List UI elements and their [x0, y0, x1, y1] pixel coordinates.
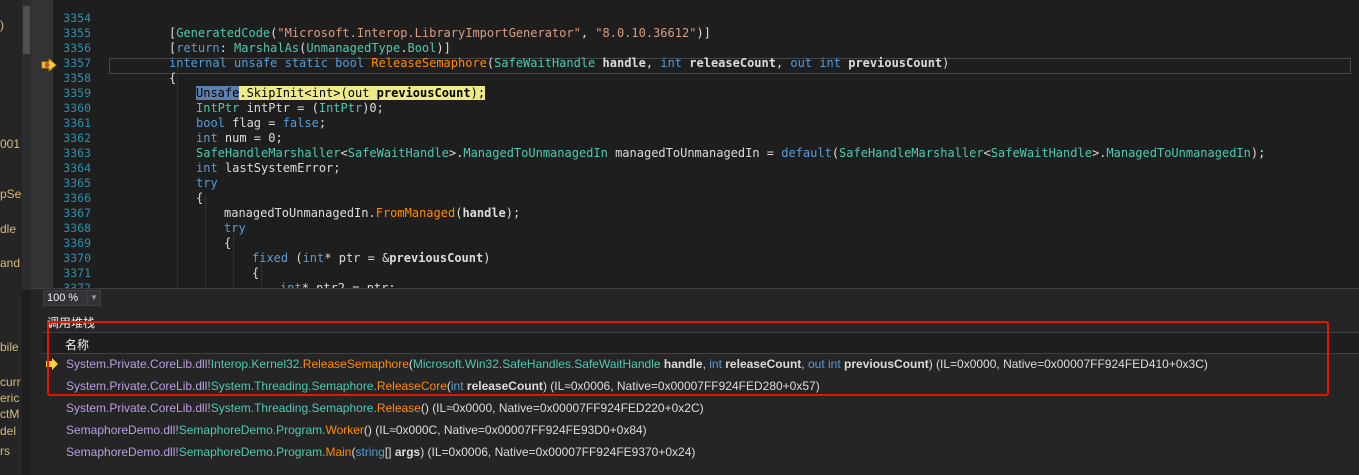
code-text: [GeneratedCode("Microsoft.Interop.Librar… [169, 26, 711, 40]
column-header-label: 名称 [65, 338, 90, 352]
code-line: 3360 bool flag = false; [31, 86, 326, 130]
code-text: { [169, 71, 177, 85]
code-line: 3365 { [31, 161, 203, 205]
code-text: SafeHandleMarshaller<SafeWaitHandle>.Man… [196, 146, 1266, 160]
code-editor[interactable]: 3354 [GeneratedCode("Microsoft.Interop.L… [31, 0, 1359, 288]
code-line: 3366 managedToUnmanagedIn.FromManaged(ha… [31, 176, 520, 220]
code-text: { [252, 266, 260, 280]
code-text: internal unsafe static bool ReleaseSemap… [169, 56, 950, 70]
code-line: 3354 [GeneratedCode("Microsoft.Interop.L… [31, 0, 711, 40]
code-text: IntPtr intPtr = (IntPtr)0; [196, 101, 384, 115]
code-text: try [224, 221, 246, 235]
editor-status-bar: 100 % ▼ [31, 288, 1359, 306]
call-stack-frame[interactable]: System.Private.CoreLib.dll!Interop.Kerne… [43, 353, 1359, 375]
code-text: int lastSystemError; [196, 161, 341, 175]
frame-text: System.Private.CoreLib.dll!Interop.Kerne… [66, 357, 1208, 371]
code-line: 3357 { [31, 41, 176, 85]
left-panel-sliver: ) 001 pSe dle and bile curr eric ctM del… [0, 0, 22, 475]
line-number: 3372 [63, 281, 91, 288]
code-line: 3355 [return: MarshalAs(UnmanagedType.Bo… [31, 11, 451, 55]
zoom-dropdown-icon[interactable]: ▼ [87, 291, 100, 305]
code-line: 3370 { [31, 236, 259, 280]
left-fragment: 001 [0, 137, 21, 151]
call-stack-frame[interactable]: System.Private.CoreLib.dll!System.Thread… [43, 375, 1359, 397]
panel-title: 调用堆栈 [47, 316, 96, 330]
code-text: [return: MarshalAs(UnmanagedType.Bool)] [169, 41, 451, 55]
code-text: Unsafe.SkipInit<int>(out previousCount); [196, 86, 486, 100]
code-line: 3361 int num = 0; [31, 101, 282, 145]
code-text: try [196, 176, 218, 190]
call-stack-frame[interactable]: SemaphoreDemo.dll!SemaphoreDemo.Program.… [43, 441, 1359, 463]
code-text: managedToUnmanagedIn.FromManaged(handle)… [224, 206, 521, 220]
column-header-name[interactable]: 名称 [43, 332, 1359, 354]
left-fragment: dle [0, 222, 17, 236]
scrollbar-thumb[interactable] [23, 6, 30, 54]
code-text: bool flag = false; [196, 116, 327, 130]
left-fragment: del [0, 424, 17, 438]
left-panel-scrollbar[interactable] [22, 0, 31, 290]
code-line: 3371 int* ptr2 = ptr; [31, 251, 395, 288]
code-line: 3362 SafeHandleMarshaller<SafeWaitHandle… [31, 116, 1265, 160]
code-line: 3368 { [31, 206, 231, 250]
code-line: 3359 IntPtr intPtr = (IntPtr)0; [31, 71, 384, 115]
current-frame-arrow-icon [46, 358, 58, 370]
left-fragment: eric [0, 391, 20, 405]
code-text: int* ptr2 = ptr; [280, 281, 396, 288]
left-fragment: ) [0, 18, 4, 32]
code-text: fixed (int* ptr = &previousCount) [252, 251, 491, 265]
call-stack-panel: 调用堆栈 名称 System.Private.CoreLib.dll!Inter… [31, 306, 1359, 475]
zoom-combobox[interactable]: 100 % ▼ [43, 290, 101, 306]
left-fragment: pSe [0, 187, 22, 201]
frame-text: System.Private.CoreLib.dll!System.Thread… [66, 401, 704, 415]
left-fragment: rs [0, 444, 10, 458]
code-line: 3356 internal unsafe static bool Release… [31, 26, 949, 70]
left-fragment: bile [0, 340, 19, 354]
frame-text: SemaphoreDemo.dll!SemaphoreDemo.Program.… [66, 445, 696, 459]
code-line-current: 3358 Unsafe.SkipInit<int>(out previousCo… [31, 56, 486, 100]
zoom-value: 100 % [47, 292, 79, 304]
code-text: { [196, 191, 204, 205]
frame-text: SemaphoreDemo.dll!SemaphoreDemo.Program.… [66, 423, 647, 437]
call-stack-frame[interactable]: SemaphoreDemo.dll!SemaphoreDemo.Program.… [43, 419, 1359, 441]
code-line: 3369 fixed (int* ptr = &previousCount) [31, 221, 490, 265]
call-stack-frame[interactable]: System.Private.CoreLib.dll!System.Thread… [43, 397, 1359, 419]
left-fragment: ctM [0, 407, 20, 421]
indent-guide [177, 60, 178, 288]
code-line: 3367 try [31, 191, 245, 235]
code-line: 3372 intPtr = managedToUnmanagedIn.ToUnm… [31, 266, 91, 288]
indent-guide [205, 195, 206, 288]
code-text: { [224, 236, 232, 250]
code-text: int num = 0; [196, 131, 283, 145]
frame-text: System.Private.CoreLib.dll!System.Thread… [66, 379, 820, 393]
code-line: 3364 try [31, 146, 217, 190]
left-fragment: curr [0, 375, 21, 389]
left-fragment: and [0, 256, 21, 270]
code-line: 3363 int lastSystemError; [31, 131, 340, 175]
